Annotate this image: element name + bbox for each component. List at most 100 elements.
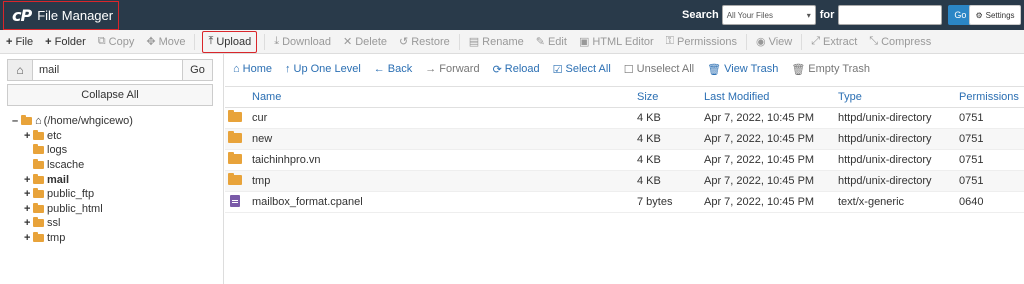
file-icon: + [6, 35, 13, 48]
col-permissions[interactable]: Permissions [959, 91, 1019, 103]
home-button[interactable]: ⌂ Home [233, 63, 272, 75]
toolbar-html-editor-button[interactable]: ▣ HTML Editor [573, 31, 660, 53]
directory-tree: – ⌂ (/home/whgicewo) + etc logs lscache + mai… [12, 114, 133, 245]
table-row[interactable]: new 4 KB Apr 7, 2022, 10:45 PM httpd/unix-d… [225, 129, 1024, 150]
arrow-left-icon: ← [373, 63, 385, 75]
tree-item-tmp[interactable]: + tmp [12, 231, 133, 246]
tree-item-label: logs [47, 144, 68, 157]
col-size[interactable]: Size [637, 91, 704, 103]
table-row[interactable]: taichinhpro.vn 4 KB Apr 7, 2022, 10:45 PM h… [225, 150, 1024, 171]
toolbar-download-label: Download [282, 35, 331, 48]
toolbar-edit-button[interactable]: ✎ Edit [530, 31, 573, 53]
toolbar-view-button[interactable]: ◉ View [750, 31, 798, 53]
up-label: Up One Level [293, 63, 361, 75]
toolbar-rename-button[interactable]: ▤ Rename [463, 31, 530, 53]
table-row[interactable]: cur 4 KB Apr 7, 2022, 10:45 PM httpd/unix-d… [225, 108, 1024, 129]
table-row[interactable]: mailbox_format.cpanel 7 bytes Apr 7, 2022,… [225, 192, 1024, 213]
arrow-right-icon: → [425, 63, 437, 75]
toolbar-delete-button[interactable]: ✕ Delete [337, 31, 393, 53]
toolbar-move-button[interactable]: ✥ Move [140, 31, 191, 53]
home-icon[interactable]: ⌂ [7, 59, 33, 81]
toolbar-permissions-button[interactable]: ⚿ Permissions [660, 31, 743, 53]
file-table: Name Size Last Modified Type Permissions… [225, 86, 1024, 213]
cell-size: 7 bytes [637, 196, 673, 208]
toolbar-download-button[interactable]: ⤓ Download [268, 31, 337, 53]
expand-toggle-icon[interactable]: + [24, 188, 33, 200]
folder-icon [228, 130, 242, 143]
forward-button[interactable]: → Forward [425, 63, 479, 75]
toolbar-upload-button[interactable]: ⤒ Upload [202, 30, 258, 53]
file-icon [230, 194, 240, 207]
view-trash-button[interactable]: 🗑︎ View Trash [707, 63, 778, 76]
expand-toggle-icon[interactable]: + [24, 174, 33, 186]
extract-icon: ⤢ [811, 35, 821, 47]
table-body: cur 4 KB Apr 7, 2022, 10:45 PM httpd/unix-d… [225, 108, 1024, 213]
up-one-level-button[interactable]: ↑ Up One Level [285, 63, 361, 75]
cell-permissions: 0751 [959, 154, 984, 166]
search-input[interactable] [838, 5, 943, 25]
empty-box-icon: ☐ [623, 63, 634, 76]
empty-trash-label: Empty Trash [808, 63, 871, 75]
tree-item-public-ftp[interactable]: + public_ftp [12, 187, 133, 202]
expand-toggle-icon[interactable]: + [24, 203, 33, 215]
toolbar-divider [458, 33, 460, 50]
cell-name: mailbox_format.cpanel [252, 196, 363, 208]
tree-root[interactable]: – ⌂ (/home/whgicewo) [12, 114, 133, 129]
collapse-all-button[interactable]: Collapse All [7, 84, 213, 106]
toolbar-copy-button[interactable]: ⧉ Copy [92, 31, 141, 53]
toolbar-compress-button[interactable]: ⤡ Compress [863, 31, 937, 53]
edit-icon: ✎ [535, 36, 545, 48]
col-type[interactable]: Type [838, 91, 959, 103]
tree-item-lscache[interactable]: lscache [12, 158, 133, 173]
toolbar-extract-button[interactable]: ⤢ Extract [805, 31, 863, 53]
cell-modified: Apr 7, 2022, 10:45 PM [704, 133, 815, 145]
cell-type: text/x-generic [838, 196, 905, 208]
view-trash-label: View Trash [724, 63, 779, 75]
path-go-button[interactable]: Go [183, 59, 213, 81]
empty-trash-button[interactable]: 🗑︎ Empty Trash [791, 63, 870, 76]
path-bar: ⌂ mail Go [7, 59, 213, 81]
app-title: File Manager [37, 8, 114, 23]
collapse-toggle-icon[interactable]: – [12, 115, 21, 127]
cell-modified: Apr 7, 2022, 10:45 PM [704, 196, 815, 208]
table-row[interactable]: tmp 4 KB Apr 7, 2022, 10:45 PM httpd/unix-d… [225, 171, 1024, 192]
back-button[interactable]: ← Back [374, 63, 412, 75]
folder-icon [33, 144, 44, 155]
unselect-all-label: Unselect All [636, 63, 695, 75]
path-input[interactable]: mail [33, 59, 183, 81]
trash-icon: 🗑︎ [791, 63, 806, 76]
reload-label: Reload [504, 63, 540, 75]
expand-toggle-icon[interactable]: + [24, 217, 33, 229]
toolbar-divider [801, 33, 803, 50]
toolbar-folder-button[interactable]: + Folder [39, 31, 92, 53]
reload-button[interactable]: ⟳ Reload [493, 63, 540, 76]
restore-icon: ↺ [399, 36, 409, 48]
toolbar-restore-button[interactable]: ↺ Restore [393, 31, 456, 53]
tree-item-ssl[interactable]: + ssl [12, 216, 133, 231]
expand-toggle-icon[interactable]: + [24, 232, 33, 244]
settings-button[interactable]: ⚙ Settings [969, 5, 1021, 25]
search-scope-select[interactable]: All Your Files ▾ [721, 5, 816, 25]
select-all-button[interactable]: ☑ Select All [553, 63, 611, 76]
toolbar-divider [264, 33, 266, 50]
expand-toggle-icon[interactable]: + [24, 130, 33, 142]
app-brand[interactable]: cP File Manager [3, 1, 119, 30]
reload-icon: ⟳ [492, 63, 502, 76]
cell-size: 4 KB [637, 133, 661, 145]
cell-modified: Apr 7, 2022, 10:45 PM [704, 112, 815, 124]
unselect-all-button[interactable]: ☐ Unselect All [624, 63, 694, 76]
col-modified[interactable]: Last Modified [704, 91, 838, 103]
tree-item-public-html[interactable]: + public_html [12, 202, 133, 217]
tree-item-logs[interactable]: logs [12, 143, 133, 158]
col-name[interactable]: Name [252, 91, 637, 103]
toolbar-divider [194, 33, 196, 50]
tree-item-etc[interactable]: + etc [12, 129, 133, 144]
toolbar-delete-label: Delete [355, 35, 388, 48]
cell-modified: Apr 7, 2022, 10:45 PM [704, 175, 815, 187]
search-scope-value: All Your Files [726, 10, 773, 20]
tree-item-mail[interactable]: + mail [12, 172, 133, 187]
trash-icon: 🗑︎ [707, 63, 722, 76]
toolbar-edit-label: Edit [547, 35, 567, 48]
toolbar-file-button[interactable]: + File [0, 31, 39, 53]
cell-type: httpd/unix-directory [838, 175, 932, 187]
